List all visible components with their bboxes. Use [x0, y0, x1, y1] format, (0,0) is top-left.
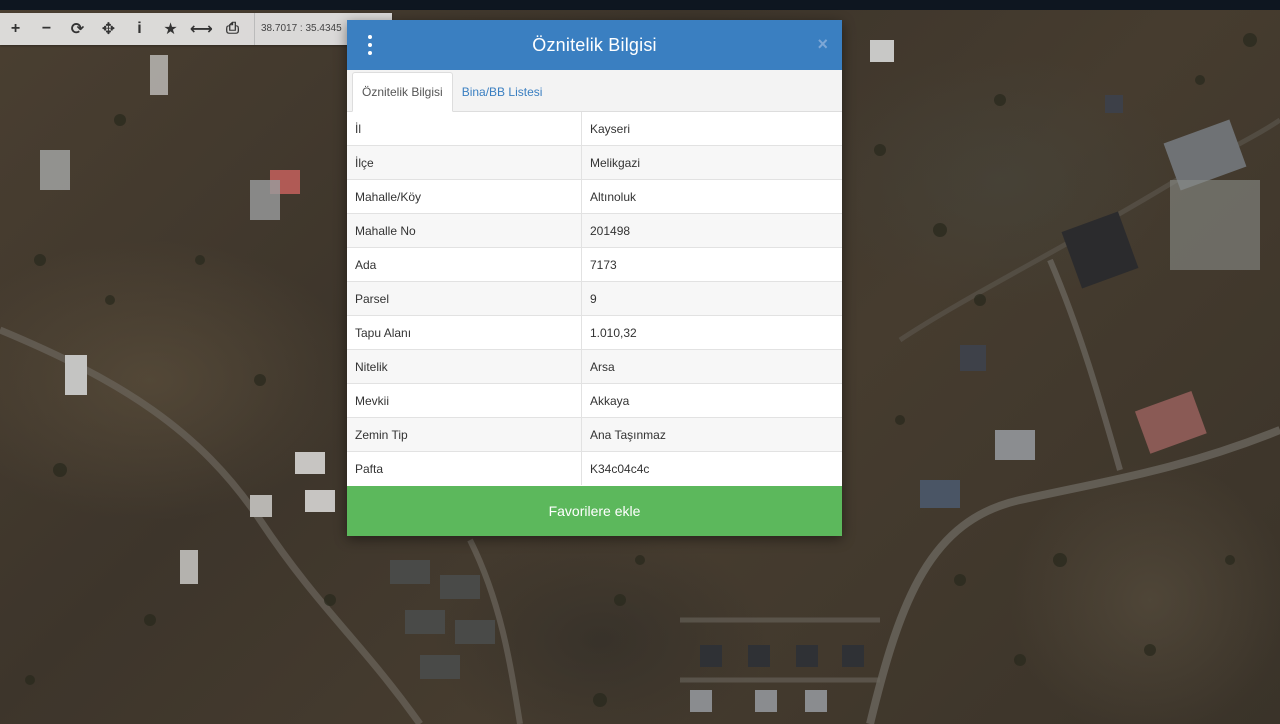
measure-icon[interactable]: ⟷: [186, 13, 217, 45]
close-icon[interactable]: ×: [817, 34, 828, 54]
attribute-value: Ana Taşınmaz: [581, 417, 842, 452]
tab-attribute-info[interactable]: Öznitelik Bilgisi: [352, 72, 453, 112]
attribute-table: İl Kayseri İlçe Melikgazi Mahalle/Köy Altınol…: [347, 112, 842, 485]
table-row: İl Kayseri: [347, 112, 842, 146]
menu-dot: [368, 43, 372, 47]
table-row: Mahalle/Köy Altınoluk: [347, 179, 842, 214]
attribute-key: İlçe: [347, 145, 582, 180]
star-icon[interactable]: ★: [155, 13, 186, 45]
attribute-key: Tapu Alanı: [347, 315, 582, 350]
attribute-value: Altınoluk: [581, 179, 842, 214]
tab-building-list[interactable]: Bina/BB Listesi: [453, 73, 552, 111]
attribute-value: Melikgazi: [581, 145, 842, 180]
attribute-value: Kayseri: [590, 121, 631, 136]
table-row: Mahalle No 201498: [347, 213, 842, 248]
table-row: Nitelik Arsa: [347, 349, 842, 384]
attribute-key: Mevkii: [347, 383, 582, 418]
attribute-value: 201498: [581, 213, 842, 248]
table-row: Zemin Tip Ana Taşınmaz: [347, 417, 842, 452]
zoom-in-icon[interactable]: +: [0, 13, 31, 45]
add-to-favorites-button[interactable]: Favorilere ekle: [347, 486, 842, 536]
attribute-value: Akkaya: [581, 383, 842, 418]
more-options-icon[interactable]: [363, 35, 377, 55]
table-row: İlçe Melikgazi: [347, 145, 842, 180]
attribute-value: 1.010,32: [581, 315, 842, 350]
dialog-title: Öznitelik Bilgisi: [532, 34, 657, 55]
dialog-tabs: Öznitelik Bilgisi Bina/BB Listesi: [347, 70, 842, 112]
table-row: Mevkii Akkaya: [347, 383, 842, 418]
attribute-key: İl: [347, 112, 582, 146]
table-row: Ada 7173: [347, 247, 842, 282]
coordinates-readout: 38.7017 : 35.4345: [254, 13, 348, 45]
attribute-key: Zemin Tip: [347, 417, 582, 452]
move-icon[interactable]: ✥: [93, 13, 124, 45]
attribute-dialog: Öznitelik Bilgisi × Öznitelik Bilgisi Bi…: [347, 20, 842, 536]
print-icon[interactable]: ⎙: [217, 13, 248, 45]
map-toolbar: + − ⟳ ✥ i ★ ⟷ ⎙ 38.7017 : 35.4345: [0, 13, 392, 45]
attribute-key: Ada: [347, 247, 582, 282]
refresh-icon[interactable]: ⟳: [62, 13, 93, 45]
table-row: Tapu Alanı 1.010,32: [347, 315, 842, 350]
menu-dot: [368, 51, 372, 55]
menu-dot: [368, 35, 372, 39]
attribute-value: Arsa: [581, 349, 842, 384]
dialog-header: Öznitelik Bilgisi ×: [347, 20, 842, 70]
attribute-value: 9: [581, 281, 842, 316]
attribute-value: K34c04c4c: [581, 451, 842, 485]
table-row: Parsel 9: [347, 281, 842, 316]
attribute-key: Mahalle/Köy: [347, 179, 582, 214]
attribute-key: Pafta: [347, 451, 582, 485]
attribute-key: Mahalle No: [347, 213, 582, 248]
attribute-value: 7173: [581, 247, 842, 282]
table-row: Pafta K34c04c4c: [347, 451, 842, 485]
attribute-key: Parsel: [347, 281, 582, 316]
info-icon[interactable]: i: [124, 13, 155, 45]
attribute-key: Nitelik: [347, 349, 582, 384]
zoom-out-icon[interactable]: −: [31, 13, 62, 45]
